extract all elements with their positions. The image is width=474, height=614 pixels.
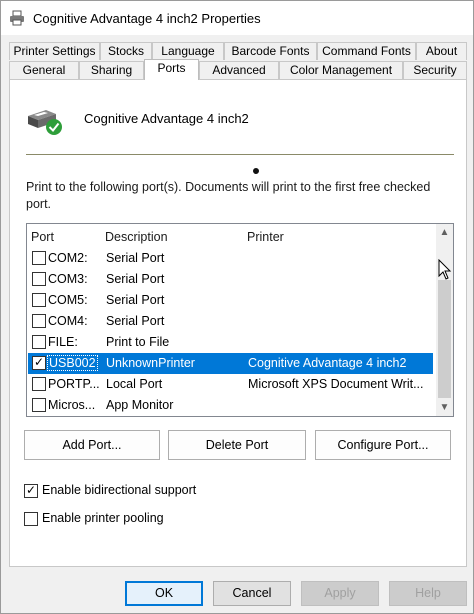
port-name: FILE:: [48, 335, 78, 349]
port-checkbox[interactable]: [32, 314, 46, 328]
cancel-button[interactable]: Cancel: [213, 581, 291, 606]
separator: [26, 154, 454, 155]
port-description: Serial Port: [106, 314, 165, 328]
port-name: Micros...: [48, 398, 96, 412]
port-description: Print to File: [106, 335, 170, 349]
port-checkbox[interactable]: [32, 293, 46, 307]
port-name: COM4:: [48, 314, 88, 328]
window-title: Cognitive Advantage 4 inch2 Properties: [33, 11, 261, 26]
port-row[interactable]: COM2: Serial Port: [28, 248, 433, 269]
ports-list[interactable]: Port Description Printer COM2: Serial Po…: [26, 223, 454, 417]
column-header-description[interactable]: Description: [105, 230, 168, 244]
column-header-port[interactable]: Port: [31, 230, 54, 244]
delete-port-button[interactable]: Delete Port: [168, 430, 306, 460]
tab-ports[interactable]: Ports: [144, 59, 199, 80]
pooling-label: Enable printer pooling: [42, 511, 164, 525]
port-description: UnknownPrinter: [106, 356, 195, 370]
tab-barcode-fonts[interactable]: Barcode Fonts: [224, 42, 317, 60]
port-name: COM5:: [48, 293, 88, 307]
help-button[interactable]: Help: [389, 581, 467, 606]
port-printer: Microsoft XPS Document Writ...: [248, 377, 424, 391]
port-row[interactable]: Micros... App Monitor: [28, 395, 433, 416]
scroll-up-icon[interactable]: ▲: [436, 224, 453, 241]
column-header-printer[interactable]: Printer: [247, 230, 284, 244]
port-row[interactable]: COM4: Serial Port: [28, 311, 433, 332]
port-description: Local Port: [106, 377, 163, 391]
tab-language[interactable]: Language: [152, 42, 224, 60]
port-checkbox-checked[interactable]: [32, 355, 46, 370]
port-row[interactable]: COM5: Serial Port: [28, 290, 433, 311]
port-description: Serial Port: [106, 293, 165, 307]
port-checkbox[interactable]: [32, 251, 46, 265]
port-row[interactable]: FILE: Print to File: [28, 332, 433, 353]
tab-printer-settings[interactable]: Printer Settings: [9, 42, 100, 60]
add-port-button[interactable]: Add Port...: [24, 430, 160, 460]
port-name: USB002: [47, 355, 98, 371]
title-bar[interactable]: Cognitive Advantage 4 inch2 Properties: [1, 1, 473, 35]
tab-general[interactable]: General: [9, 61, 79, 79]
apply-button[interactable]: Apply: [301, 581, 379, 606]
printer-icon: [10, 10, 24, 26]
scroll-down-icon[interactable]: ▼: [436, 399, 453, 416]
ports-tab-panel: Cognitive Advantage 4 inch2 Print to the…: [9, 79, 467, 567]
port-name: COM3:: [48, 272, 88, 286]
pointer-dot: [253, 168, 259, 174]
port-checkbox[interactable]: [32, 335, 46, 349]
port-printer: Cognitive Advantage 4 inch2: [248, 356, 407, 370]
tab-command-fonts[interactable]: Command Fonts: [317, 42, 416, 60]
port-row[interactable]: PORTP... Local Port Microsoft XPS Docume…: [28, 374, 433, 395]
port-name: PORTP...: [48, 377, 100, 391]
mouse-cursor-icon: [438, 259, 452, 280]
bidirectional-label: Enable bidirectional support: [42, 483, 197, 497]
tab-sharing[interactable]: Sharing: [79, 61, 144, 79]
ports-list-scrollbar[interactable]: ▲ ▼: [436, 224, 453, 416]
port-checkbox[interactable]: [32, 377, 46, 391]
bidirectional-checkbox-box[interactable]: [24, 483, 38, 498]
default-printer-icon: [28, 110, 62, 135]
pooling-checkbox-box[interactable]: [24, 512, 38, 526]
tab-stocks[interactable]: Stocks: [100, 42, 152, 60]
port-checkbox[interactable]: [32, 398, 46, 412]
configure-port-button[interactable]: Configure Port...: [315, 430, 451, 460]
port-row-selected[interactable]: USB002 UnknownPrinter Cognitive Advantag…: [28, 353, 433, 374]
printer-name: Cognitive Advantage 4 inch2: [84, 111, 249, 126]
port-name: COM2:: [48, 251, 88, 265]
scrollbar-thumb[interactable]: [438, 280, 451, 398]
port-row[interactable]: COM3: Serial Port: [28, 269, 433, 290]
ok-button[interactable]: OK: [125, 581, 203, 606]
ports-description: Print to the following port(s). Document…: [26, 180, 431, 211]
port-description: App Monitor: [106, 398, 174, 412]
tab-color-management[interactable]: Color Management: [279, 61, 403, 79]
properties-dialog: Cognitive Advantage 4 inch2 Properties P…: [0, 0, 474, 614]
port-checkbox[interactable]: [32, 272, 46, 286]
port-description: Serial Port: [106, 272, 165, 286]
port-description: Serial Port: [106, 251, 165, 265]
tab-security[interactable]: Security: [403, 61, 467, 79]
tab-about[interactable]: About: [416, 42, 467, 60]
tab-advanced[interactable]: Advanced: [199, 61, 279, 79]
